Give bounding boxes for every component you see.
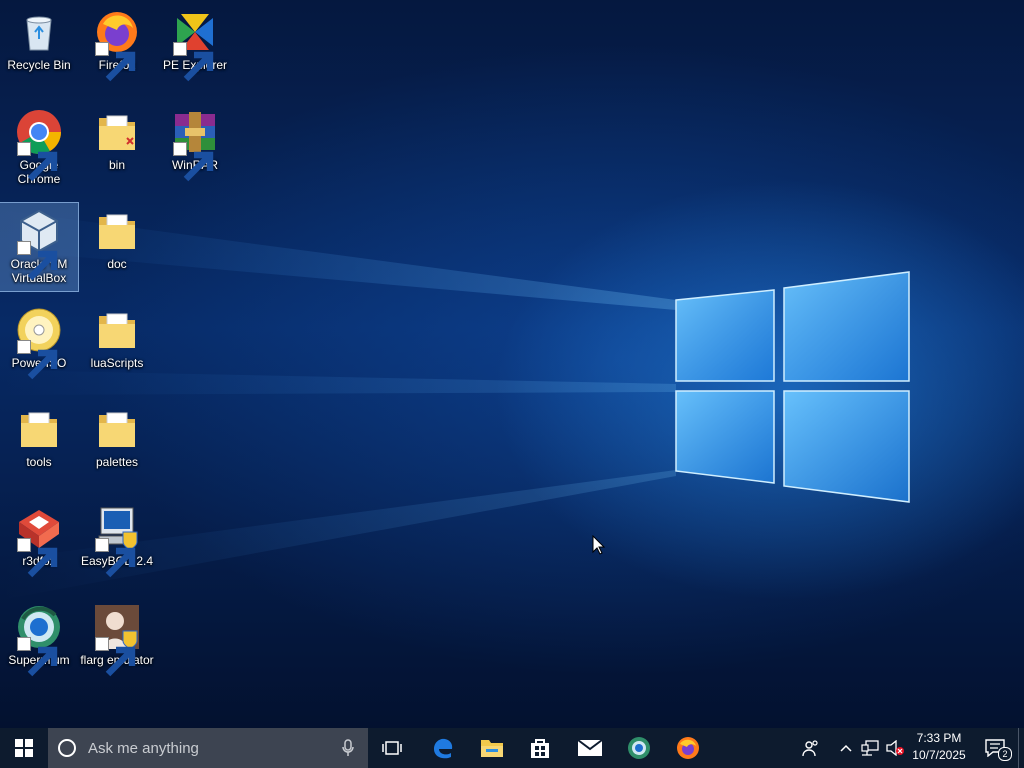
edge-icon [434,738,453,759]
shortcut-arrow-icon [17,340,58,380]
volume-muted-icon [886,740,904,756]
desktop-icon-firefox[interactable]: Firefox [78,4,156,92]
desktop-icon-recycle-bin[interactable]: Recycle Bin [0,4,78,92]
people-button[interactable] [798,728,824,768]
supermium-icon [15,603,63,677]
taskbar-file-explorer[interactable] [468,728,516,768]
folder-icon [15,405,63,453]
shortcut-arrow-icon [17,637,58,677]
folder-icon [93,405,141,453]
desktop-icon-flarg-emulator[interactable]: flarg emulator [78,599,156,687]
desktop-icon-pe-explorer[interactable]: PE Explorer [156,4,234,92]
desktop-icon-tools[interactable]: tools [0,401,78,489]
network-tray-button[interactable] [858,728,882,768]
shortcut-arrow-icon [95,538,136,578]
desktop-icon-poweriso[interactable]: PowerISO [0,302,78,390]
poweriso-icon [15,306,63,380]
cortana-icon [58,739,76,757]
r3dfox-icon [15,504,63,578]
mail-icon [577,739,603,756]
chrome-icon [15,108,63,182]
shortcut-arrow-icon [95,42,136,82]
shortcut-arrow-icon [17,142,58,182]
recycle-bin-icon [15,8,63,56]
shortcut-arrow-icon [173,42,214,82]
flarg-emulator-icon [93,603,141,677]
search-box[interactable]: Ask me anything [48,728,368,768]
folder-icon [93,306,141,354]
shortcut-arrow-icon [95,637,136,677]
notification-count-badge: 2 [998,747,1012,761]
shortcut-arrow-icon [17,538,58,578]
pe-explorer-icon [171,8,219,82]
store-icon [531,739,549,758]
shortcut-arrow-icon [17,241,58,281]
desktop-icon-r3dfox[interactable]: r3dfox [0,500,78,588]
show-hidden-icons-button[interactable] [836,728,856,768]
desktop-icon-winrar[interactable]: WinRAR [156,104,234,192]
desktop-icon-palettes[interactable]: palettes [78,401,156,489]
network-icon [861,740,879,756]
desktop-icon-doc[interactable]: doc [78,203,156,291]
desktop-icon-oracle-vm-virtualbox[interactable]: Oracle VM VirtualBox [0,202,79,292]
folder-icon [93,207,141,255]
taskbar-edge[interactable] [419,728,467,768]
show-desktop-button[interactable] [1018,728,1024,768]
clock[interactable]: 7:33 PM 10/7/2025 [906,730,972,764]
firefox-icon [93,8,141,82]
desktop-icon-easybcd[interactable]: EasyBCD 2.4 [78,500,156,588]
firefox-icon [677,737,699,759]
chevron-up-icon [840,744,852,752]
supermium-icon [628,737,650,759]
desktop-icon-supermium[interactable]: Supermium [0,599,78,687]
desktop-icon-google-chrome[interactable]: Google Chrome [0,104,78,192]
search-placeholder: Ask me anything [88,739,199,757]
virtualbox-icon [15,207,63,281]
task-view-button[interactable] [368,728,416,768]
desktop-icon-luascripts[interactable]: luaScripts [78,302,156,390]
easybcd-icon [93,504,141,578]
microphone-icon[interactable] [342,739,354,757]
folder-icon [93,108,141,156]
clock-date: 10/7/2025 [912,748,966,762]
taskbar-firefox[interactable] [664,728,712,768]
file-explorer-icon [481,740,503,757]
taskbar-supermium[interactable] [615,728,663,768]
mouse-cursor-icon [592,534,606,560]
start-button[interactable] [0,728,48,768]
winrar-icon [171,108,219,182]
taskbar: Ask me anything 7:33 PM 10/7/2025 2 [0,728,1024,768]
desktop-icon-bin[interactable]: bin [78,104,156,192]
taskbar-store[interactable] [516,728,564,768]
people-icon [802,740,818,757]
taskbar-mail[interactable] [566,728,614,768]
volume-tray-button[interactable] [884,728,906,768]
task-view-icon [382,741,402,755]
windows-logo-icon [15,739,33,757]
shortcut-arrow-icon [173,142,214,182]
clock-time: 7:33 PM [916,731,962,745]
